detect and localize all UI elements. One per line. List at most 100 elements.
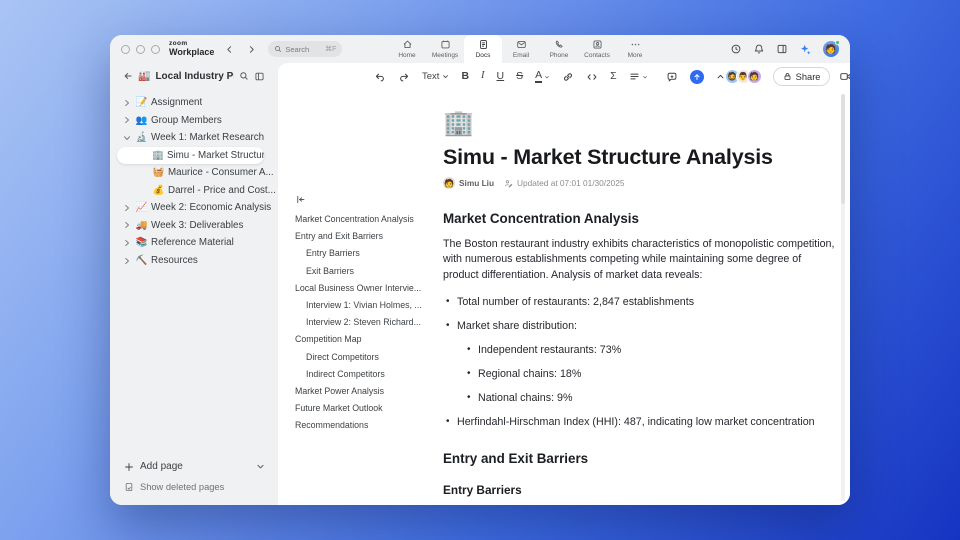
app-window: zoom Workplace Search ⌘F Home Meetings D… — [110, 35, 850, 505]
sidebar-item-week-1-market-research[interactable]: 🔬 Week 1: Market Research — [110, 129, 278, 147]
video-camera-icon[interactable] — [839, 70, 850, 83]
underline-button[interactable]: U — [497, 71, 505, 82]
minimize-window-button[interactable] — [136, 44, 145, 54]
formula-button[interactable]: Σ — [610, 71, 617, 82]
italic-button[interactable]: I — [481, 71, 485, 82]
desktop-background: { "chrome": { "brand_line1": "zoom", "br… — [0, 0, 960, 540]
chevron-right-icon[interactable] — [123, 99, 132, 107]
sidebar-item-resources[interactable]: ⛏️ Resources — [110, 252, 278, 270]
sidebar-item-darrel-price-and-cost[interactable]: 💰 Darrel - Price and Cost... — [110, 181, 278, 199]
outline-collapse-icon[interactable] — [295, 194, 441, 205]
zoom-workplace-logo: zoom Workplace — [169, 39, 215, 58]
text-style-dropdown[interactable]: Text — [422, 71, 449, 82]
document-title[interactable]: Simu - Market Structure Analysis — [443, 145, 837, 170]
sidebar-item-group-members[interactable]: 👥 Group Members — [110, 112, 278, 130]
link-icon[interactable] — [562, 71, 574, 83]
collapse-toolbar-icon[interactable] — [716, 72, 725, 81]
tab-phone[interactable]: Phone — [540, 35, 578, 63]
redo-icon[interactable] — [398, 71, 410, 83]
outline-item[interactable]: Market Concentration Analysis — [295, 213, 441, 226]
collaborator-avatars[interactable]: 🧔 👨 🧑 — [724, 69, 762, 84]
forward-icon[interactable] — [247, 45, 256, 54]
outline-item[interactable]: Direct Competitors — [295, 351, 441, 364]
outline-item[interactable]: Interview 2: Steven Richard... — [295, 316, 441, 329]
author-name: Simu Liu — [459, 178, 495, 188]
edited-by-icon — [504, 179, 513, 188]
align-dropdown[interactable] — [629, 71, 648, 82]
document-outline: Market Concentration Analysis Entry and E… — [295, 194, 441, 436]
sidebar-item-reference-material[interactable]: 📚 Reference Material — [110, 234, 278, 252]
sidebar-item-simu-market-structur[interactable]: 🏢 Simu - Market Structur... — [117, 146, 264, 164]
sidebar-search-icon[interactable] — [239, 71, 249, 81]
document-body[interactable]: 🏢 Simu - Market Structure Analysis 🧑 Sim… — [443, 90, 837, 505]
history-clock-icon[interactable] — [730, 43, 742, 55]
plus-icon — [124, 462, 134, 472]
bold-button[interactable]: B — [461, 71, 469, 82]
notifications-bell-icon[interactable] — [753, 43, 765, 55]
ai-companion-icon[interactable] — [799, 43, 812, 56]
page-emoji: 📝 — [135, 97, 148, 109]
chevron-right-icon[interactable] — [123, 257, 132, 265]
ai-ask-button[interactable] — [689, 69, 704, 84]
chevron-down-icon[interactable] — [123, 134, 132, 142]
tab-email[interactable]: Email — [502, 35, 540, 63]
scrollbar-thumb[interactable] — [841, 94, 845, 204]
project-sidebar: 🏭 Local Industry Project 📝Assignment👥Gro… — [110, 63, 278, 505]
tab-meetings[interactable]: Meetings — [426, 35, 464, 63]
chevron-down-icon — [443, 75, 449, 79]
share-button[interactable]: Share — [772, 67, 831, 86]
text-color-button[interactable]: A — [535, 70, 550, 83]
maximize-window-button[interactable] — [151, 44, 160, 54]
user-avatar[interactable]: 🧑 — [823, 40, 840, 57]
outline-item[interactable]: Entry Barriers — [295, 247, 441, 260]
document-emoji: 🏢 — [443, 109, 475, 137]
collaborator-avatar: 🧑 — [746, 69, 762, 84]
chevron-right-icon[interactable] — [123, 221, 132, 229]
ellipsis-icon — [630, 39, 641, 50]
sidebar-item-maurice-consumer-a[interactable]: 🧺 Maurice - Consumer A... — [110, 164, 278, 182]
back-icon[interactable] — [225, 45, 234, 54]
outline-item[interactable]: Entry and Exit Barriers — [295, 230, 441, 243]
chevron-right-icon[interactable] — [123, 239, 132, 247]
outline-item[interactable]: Local Business Owner Intervie... — [295, 282, 441, 295]
chevron-right-icon[interactable] — [123, 204, 132, 212]
bullet-item: Herfindahl-Hirschman Index (HHI): 487, i… — [443, 415, 837, 429]
outline-item[interactable]: Future Market Outlook — [295, 402, 441, 415]
back-arrow-icon[interactable] — [123, 71, 133, 81]
comment-icon[interactable] — [666, 71, 678, 83]
updated-timestamp: Updated at 07:01 01/30/2025 — [517, 178, 625, 188]
document-canvas: Market Concentration Analysis Entry and E… — [278, 90, 850, 505]
tab-contacts[interactable]: Contacts — [578, 35, 616, 63]
sidebar-item-week-3-deliverables[interactable]: 🚚 Week 3: Deliverables — [110, 217, 278, 235]
side-panel-icon[interactable] — [776, 43, 788, 55]
tab-more[interactable]: More — [616, 35, 654, 63]
outline-item[interactable]: Interview 1: Vivian Holmes, ... — [295, 299, 441, 312]
show-deleted-pages-button[interactable]: Show deleted pages — [124, 482, 265, 492]
code-icon[interactable] — [586, 71, 598, 83]
email-icon — [516, 39, 527, 50]
close-window-button[interactable] — [121, 44, 130, 54]
page-emoji: 💰 — [152, 184, 165, 196]
outline-item[interactable]: Market Power Analysis — [295, 385, 441, 398]
add-page-button[interactable]: Add page — [124, 461, 265, 472]
bullet-item: Regional chains: 18% — [464, 367, 837, 381]
undo-icon[interactable] — [374, 71, 386, 83]
sidebar-item-assignment[interactable]: 📝 Assignment — [110, 94, 278, 112]
outline-item[interactable]: Exit Barriers — [295, 265, 441, 278]
doc-h2: Market Concentration Analysis — [443, 211, 639, 226]
bullet-item: Market share distribution: — [443, 319, 837, 333]
tab-home[interactable]: Home — [388, 35, 426, 63]
outline-item[interactable]: Indirect Competitors — [295, 368, 441, 381]
document-byline: 🧑 Simu Liu Updated at 07:01 01/30/2025 — [443, 177, 837, 189]
sidebar-item-week-2-economic-analysis[interactable]: 📈 Week 2: Economic Analysis — [110, 199, 278, 217]
outline-item[interactable]: Recommendations — [295, 419, 441, 432]
lock-icon — [784, 73, 791, 80]
search-input[interactable]: Search ⌘F — [268, 41, 343, 57]
outline-item[interactable]: Competition Map — [295, 333, 441, 346]
chevron-down-icon[interactable] — [256, 462, 265, 471]
tab-docs[interactable]: Docs — [464, 35, 502, 63]
collapse-sidebar-icon[interactable] — [254, 71, 265, 82]
title-bar: zoom Workplace Search ⌘F Home Meetings D… — [110, 35, 850, 63]
strikethrough-button[interactable]: S — [516, 71, 523, 82]
chevron-right-icon[interactable] — [123, 116, 132, 124]
